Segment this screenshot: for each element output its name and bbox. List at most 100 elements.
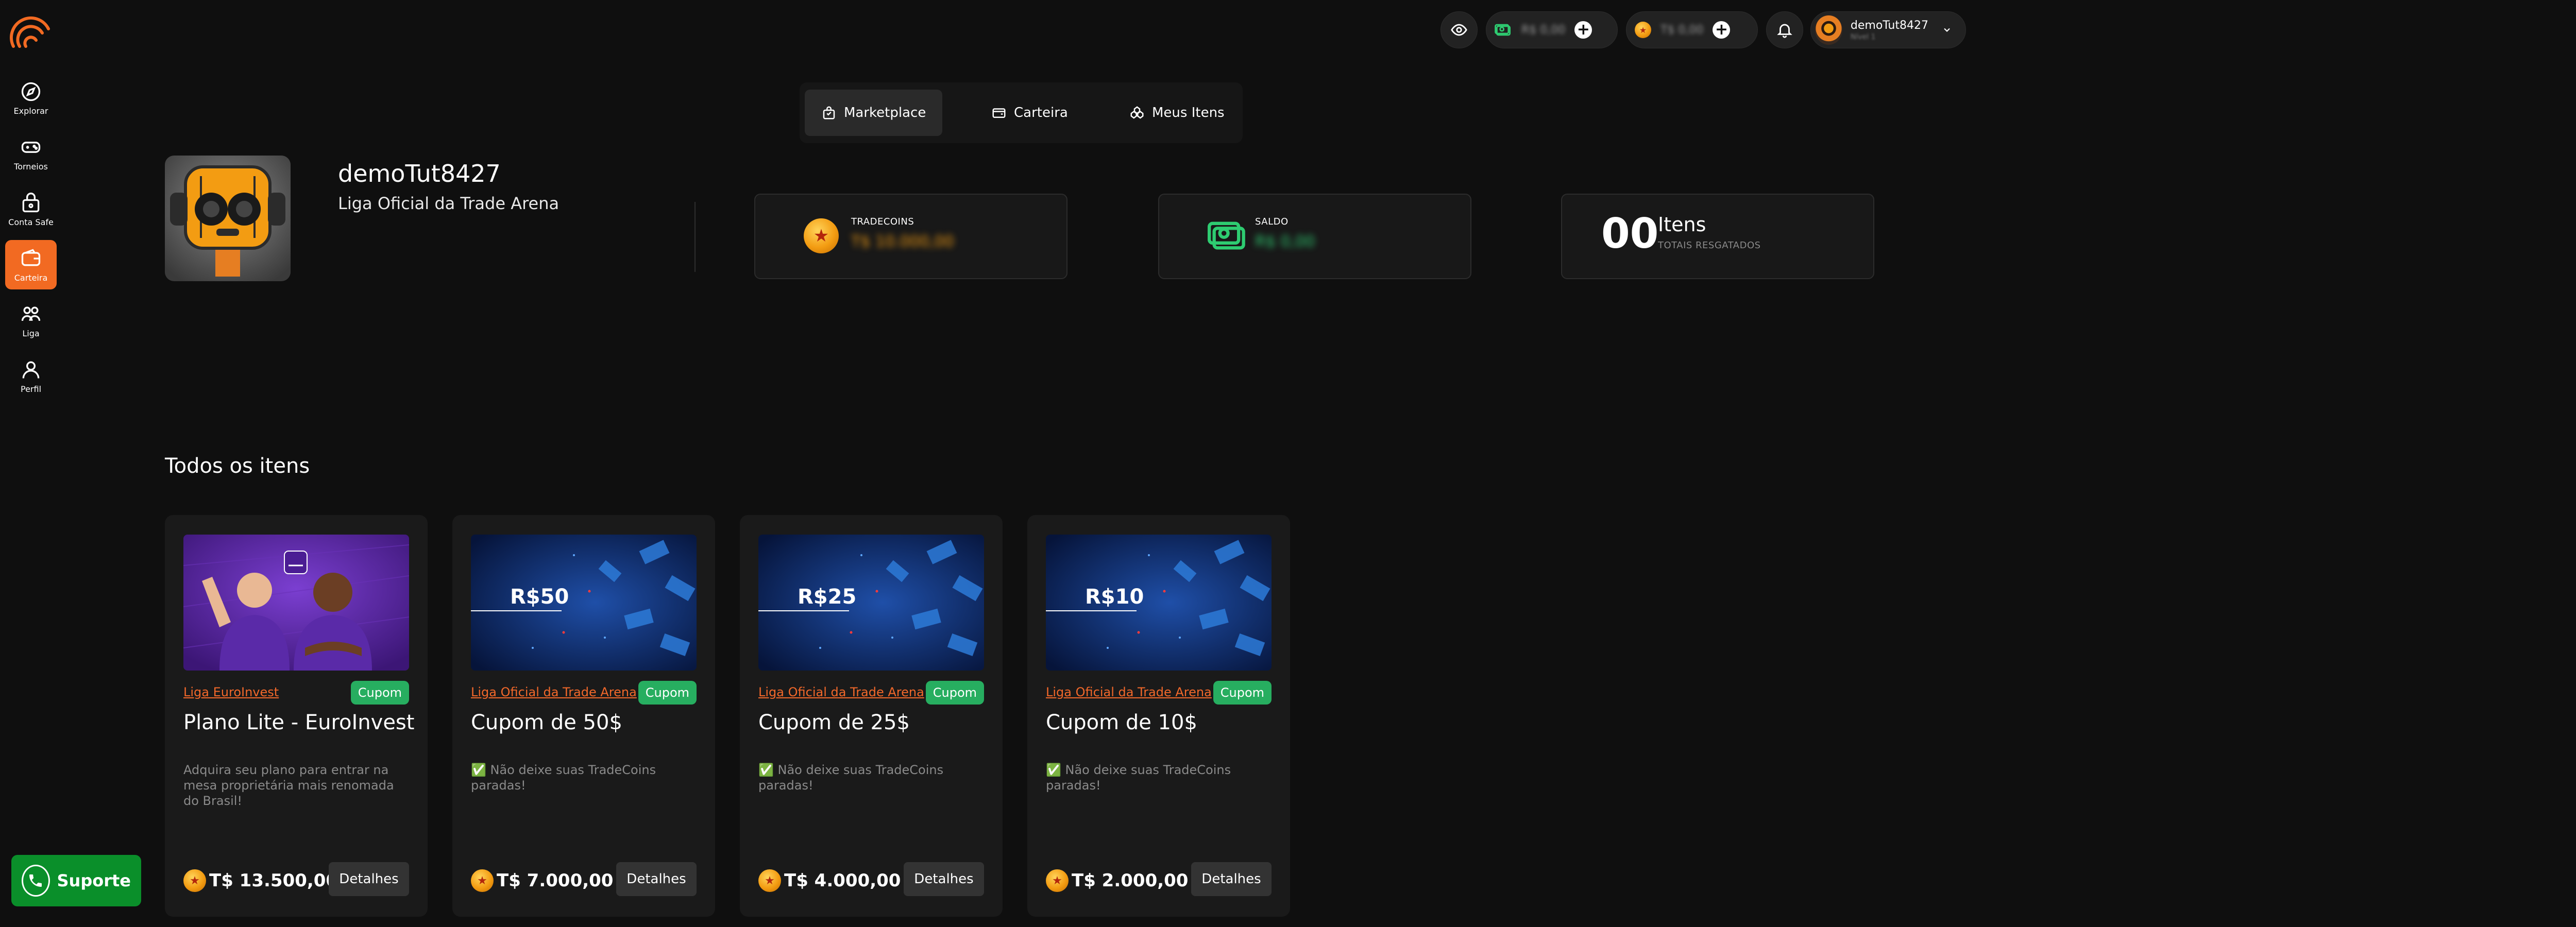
item-title: Cupom de 25$: [758, 711, 910, 734]
item-price: ★ T$ 13.500,00: [183, 869, 338, 892]
cash-icon: [1208, 221, 1245, 250]
profile-avatar: [165, 156, 291, 281]
saldo-value: R$ 0,00: [1255, 233, 1315, 251]
tradecoin-icon: ★: [1635, 22, 1651, 38]
sidebar-item-perfil[interactable]: Perfil: [5, 351, 57, 401]
item-image: R$25: [758, 535, 984, 671]
tab-label: Meus Itens: [1152, 105, 1225, 121]
bell-icon: [1777, 24, 1792, 38]
sidebar-item-label: Conta Safe: [8, 217, 54, 227]
eye-icon: [1451, 24, 1467, 36]
robot-avatar-image: [165, 156, 291, 281]
item-title: Cupom de 10$: [1046, 711, 1197, 734]
toggle-visibility-button[interactable]: [1440, 11, 1478, 48]
notifications-button[interactable]: [1766, 11, 1803, 48]
tab-label: Marketplace: [844, 105, 926, 121]
trade-arena-logo[interactable]: [9, 11, 52, 48]
sidebar-item-label: Carteira: [14, 272, 48, 283]
sidebar-item-conta-safe[interactable]: Conta Safe: [5, 184, 57, 234]
sidebar-item-label: Perfil: [20, 384, 42, 394]
item-league-link[interactable]: Liga Oficial da Trade Arena: [471, 685, 646, 699]
details-button[interactable]: Detalhes: [1191, 862, 1272, 896]
item-league-link[interactable]: Liga EuroInvest: [183, 685, 359, 699]
user-menu[interactable]: demoTut8427 Nível 1: [1810, 11, 1966, 48]
coupon-badge: Cupom: [925, 681, 984, 705]
sidebar-item-explorar[interactable]: Explorar: [5, 73, 57, 123]
tradecoin-icon: ★: [471, 869, 494, 892]
divider: [694, 202, 696, 272]
add-cash-icon[interactable]: +: [1574, 21, 1592, 39]
tradecoin-icon: ★: [804, 218, 839, 253]
tab-carteira[interactable]: Carteira: [975, 90, 1084, 136]
item-price: ★ T$ 7.000,00: [471, 869, 613, 892]
support-label: Suporte: [57, 871, 131, 890]
tradecoins-card: ★ TRADECOINS T$ 10.000,00: [754, 194, 1067, 279]
item-title: Cupom de 50$: [471, 711, 622, 734]
wallet-tabs: Marketplace Carteira Meus Itens: [800, 82, 1243, 143]
details-button[interactable]: Detalhes: [904, 862, 984, 896]
sidebar-item-label: Liga: [22, 328, 40, 338]
sidebar: Explorar Torneios Conta Safe Carteira Li…: [0, 0, 62, 927]
cash-icon: [1495, 24, 1511, 36]
saldo-label: SALDO: [1255, 216, 1289, 227]
tradecoins-value: T$ 10.000,00: [851, 233, 954, 251]
item-card-cupom-10[interactable]: R$10 Liga Oficial da Trade Arena Cupom C…: [1027, 515, 1290, 917]
item-price-value: T$ 4.000,00: [784, 870, 901, 891]
bag-icon: [823, 106, 835, 119]
cash-balance-pill[interactable]: R$ 0,00 +: [1486, 11, 1618, 48]
coupon-value-text: R$10: [1085, 585, 1144, 609]
coin-balance-value: T$ 0,00: [1660, 23, 1704, 37]
coupon-badge: Cupom: [638, 681, 697, 705]
details-button[interactable]: Detalhes: [616, 862, 697, 896]
user-name: demoTut8427: [1850, 19, 1928, 32]
chevron-down-icon: [1944, 28, 1950, 32]
item-card-cupom-50[interactable]: R$50 Liga Oficial da Trade Arena Cupom C…: [452, 515, 715, 917]
items-card: 00 Itens TOTAIS RESGATADOS: [1561, 194, 1874, 279]
item-description: ✅ Não deixe suas TradeCoins paradas!: [758, 763, 944, 793]
items-count: 00: [1601, 210, 1659, 258]
item-price-value: T$ 13.500,00: [209, 870, 338, 891]
item-card-plano-lite[interactable]: Liga EuroInvest Cupom Plano Lite - EuroI…: [165, 515, 428, 917]
details-button[interactable]: Detalhes: [329, 862, 409, 896]
tradecoins-label: TRADECOINS: [851, 216, 914, 227]
item-description: ✅ Não deixe suas TradeCoins paradas!: [471, 763, 656, 793]
coupon-value-text: R$25: [798, 585, 856, 609]
compass-icon: [21, 82, 41, 101]
coupon-value-text: R$50: [510, 585, 569, 609]
coin-balance-pill[interactable]: ★ T$ 0,00 +: [1626, 11, 1758, 48]
tab-marketplace[interactable]: Marketplace: [805, 90, 943, 136]
tab-label: Carteira: [1014, 105, 1068, 121]
profile-name: demoTut8427: [338, 160, 501, 187]
sidebar-item-label: Torneios: [14, 161, 48, 171]
user-icon: [22, 361, 40, 379]
coupon-badge: Cupom: [1213, 681, 1272, 705]
sidebar-item-torneios[interactable]: Torneios: [5, 129, 57, 178]
item-price-value: T$ 2.000,00: [1072, 870, 1189, 891]
tradecoin-icon: ★: [758, 869, 781, 892]
safe-icon: [22, 192, 40, 212]
cash-balance-value: R$ 0,00: [1521, 23, 1566, 37]
sidebar-item-carteira[interactable]: Carteira: [5, 240, 57, 289]
sidebar-item-liga[interactable]: Liga: [5, 296, 57, 345]
add-coins-icon[interactable]: +: [1713, 21, 1731, 39]
item-card-cupom-25[interactable]: R$25 Liga Oficial da Trade Arena Cupom C…: [740, 515, 1003, 917]
controller-icon: [21, 141, 41, 153]
tab-meus-itens[interactable]: Meus Itens: [1113, 90, 1241, 136]
items-title: Itens: [1658, 213, 1706, 236]
item-league-link[interactable]: Liga Oficial da Trade Arena: [1046, 685, 1221, 699]
tradecoin-icon: ★: [183, 869, 206, 892]
item-description: ✅ Não deixe suas TradeCoins paradas!: [1046, 763, 1231, 793]
item-price: ★ T$ 4.000,00: [758, 869, 901, 892]
item-price: ★ T$ 2.000,00: [1046, 869, 1188, 892]
wallet-icon: [21, 248, 41, 266]
saldo-card: SALDO R$ 0,00: [1158, 194, 1471, 279]
phone-icon: [22, 865, 50, 897]
support-button[interactable]: Suporte: [11, 855, 141, 906]
wallet-icon: [992, 108, 1006, 118]
item-league-link[interactable]: Liga Oficial da Trade Arena: [758, 685, 934, 699]
page: Explorar Torneios Conta Safe Carteira Li…: [0, 0, 2576, 927]
league-icon: [21, 306, 41, 321]
item-image: R$50: [471, 535, 697, 671]
coupon-badge: Cupom: [350, 681, 409, 705]
section-title: Todos os itens: [165, 454, 310, 478]
